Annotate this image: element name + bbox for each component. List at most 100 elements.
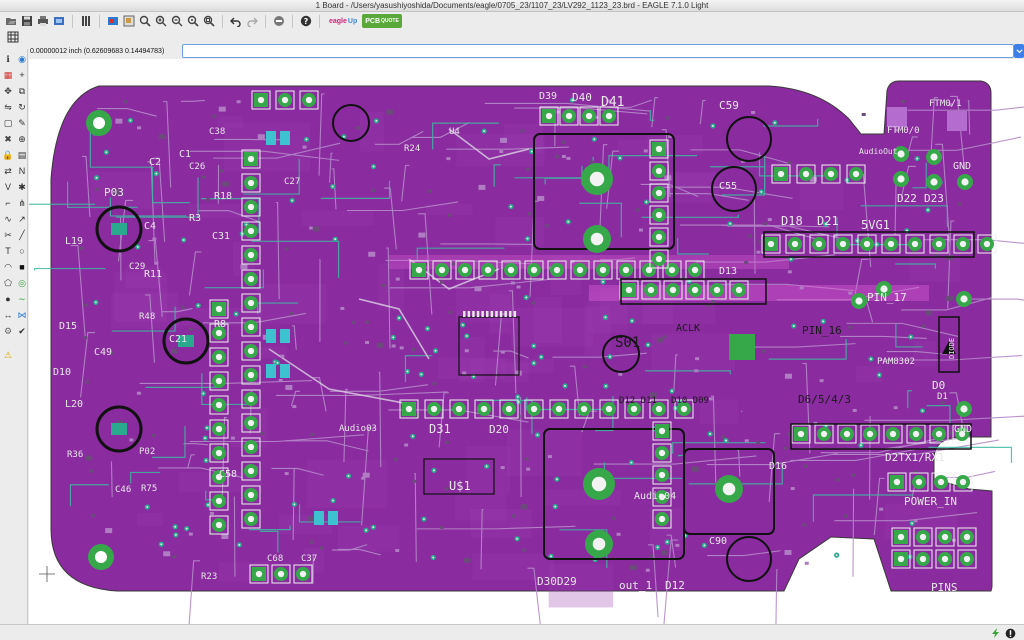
smd-pad — [368, 252, 375, 257]
route-icon[interactable]: ↗ — [16, 213, 28, 225]
circle-icon[interactable]: ○ — [16, 245, 28, 257]
via-hole — [709, 433, 711, 435]
smd-pad — [946, 255, 953, 260]
change-icon[interactable]: ✎ — [16, 117, 28, 129]
paste-icon[interactable]: ▤ — [16, 149, 28, 161]
rotate-icon[interactable]: ↻ — [16, 101, 28, 113]
silk-label-d22: D22 — [897, 192, 917, 205]
via-hole — [525, 296, 527, 298]
smd-pad — [463, 558, 470, 563]
drill-hole — [964, 556, 970, 562]
mark-icon[interactable]: + — [16, 69, 28, 81]
print-icon[interactable] — [36, 14, 50, 28]
drill-hole — [248, 492, 254, 498]
stop-icon[interactable] — [272, 14, 286, 28]
drill-hole — [531, 406, 537, 412]
smd-pad — [124, 100, 128, 103]
smd-pad — [785, 374, 792, 379]
ic-pin — [477, 311, 480, 317]
zoom-fit-icon[interactable] — [138, 14, 152, 28]
command-history-dropdown[interactable] — [1014, 44, 1024, 58]
hole-icon[interactable]: ● — [2, 293, 14, 305]
zoom-out-icon[interactable] — [170, 14, 184, 28]
ratsnest-icon[interactable]: ⋈ — [16, 309, 28, 321]
drill-hole — [803, 171, 809, 177]
silk-label-aclk: ACLK — [676, 323, 700, 334]
add-icon[interactable]: ⊕ — [16, 133, 28, 145]
help-icon[interactable]: ? — [299, 14, 313, 28]
smd-pad — [172, 555, 176, 558]
arc-icon[interactable]: ◠ — [2, 261, 14, 273]
optimize-icon[interactable]: ∿ — [2, 213, 14, 225]
go-icon[interactable] — [990, 627, 1002, 639]
name-icon[interactable]: N — [16, 165, 28, 177]
rect-icon[interactable]: ■ — [16, 261, 28, 273]
split-icon[interactable]: ⋔ — [16, 197, 28, 209]
silk-label-pam: PAM8302 — [877, 357, 915, 367]
board-canvas[interactable]: C59D40D41D39C55FTM0/1FTM0/0GNDP03C1C2C4R… — [29, 59, 1024, 624]
show-icon[interactable]: ◉ — [16, 53, 28, 65]
test-pad — [887, 107, 907, 127]
errors-icon[interactable]: ⚠ — [2, 349, 14, 361]
silk-label-r18: R18 — [214, 191, 232, 202]
miter-icon[interactable]: ⌐ — [2, 197, 14, 209]
pcb-quote-button[interactable]: PCB QUOTE — [362, 14, 402, 28]
zoom-previous-icon[interactable] — [186, 14, 200, 28]
window-select-icon[interactable] — [122, 14, 136, 28]
display-icon[interactable]: ▦ — [2, 69, 14, 81]
zoom-window-icon[interactable] — [202, 14, 216, 28]
command-line-input[interactable] — [182, 44, 1014, 58]
signal-icon[interactable]: ∼ — [16, 293, 28, 305]
stop-icon[interactable] — [1004, 627, 1016, 639]
group-icon[interactable]: ▢ — [2, 117, 14, 129]
undo-icon[interactable] — [229, 14, 243, 28]
silk-label-c90: C90 — [709, 536, 727, 547]
cam-icon[interactable] — [52, 14, 66, 28]
wire-icon[interactable]: ╱ — [16, 229, 28, 241]
grid-settings-icon[interactable] — [6, 30, 20, 44]
polygon-icon[interactable]: ⬠ — [2, 277, 14, 289]
smd-pad — [221, 534, 228, 539]
smd-pad — [363, 473, 370, 478]
lock-icon[interactable]: 🔒 — [2, 149, 14, 161]
save-icon[interactable] — [20, 14, 34, 28]
copper-area — [471, 509, 532, 538]
open-icon[interactable] — [4, 14, 18, 28]
move-icon[interactable]: ✥ — [2, 85, 14, 97]
zoom-in-icon[interactable] — [154, 14, 168, 28]
via-icon[interactable]: ◎ — [16, 277, 28, 289]
via-hole — [205, 459, 207, 461]
silk-label-d2tx1rx1: D2TX1/RX1 — [885, 451, 945, 464]
drc-icon[interactable]: ✔ — [16, 325, 28, 337]
smash-icon[interactable]: ✱ — [16, 181, 28, 193]
pcb-layout[interactable]: C59D40D41D39C55FTM0/1FTM0/0GNDP03C1C2C4R… — [29, 59, 1024, 624]
drill-hole — [506, 406, 512, 412]
text-icon[interactable]: T — [2, 245, 14, 257]
copper-area — [258, 284, 326, 323]
value-icon[interactable]: V — [2, 181, 14, 193]
drill-hole — [768, 241, 774, 247]
redo-icon[interactable] — [245, 14, 259, 28]
autorouter-icon[interactable]: ⚙ — [2, 325, 14, 337]
eagle-up-button[interactable]: eagle Up — [326, 14, 360, 28]
info-icon[interactable]: ℹ — [2, 53, 14, 65]
smd-pad — [692, 467, 699, 472]
smd-pad — [666, 117, 670, 120]
via-hole — [348, 475, 350, 477]
layers-icon[interactable] — [106, 14, 120, 28]
drill-hole — [248, 156, 254, 162]
replace-icon[interactable]: ⇄ — [2, 165, 14, 177]
smd-pad — [365, 341, 369, 344]
drill-hole — [248, 228, 254, 234]
smd-pad — [152, 237, 156, 240]
copy-icon[interactable]: ⧉ — [16, 85, 28, 97]
via-hole — [305, 138, 307, 140]
smd-pad — [418, 233, 425, 238]
smd-pad — [946, 296, 953, 301]
delete-icon[interactable]: ✖ — [2, 133, 14, 145]
grid-icon[interactable] — [79, 14, 93, 28]
ripup-icon[interactable]: ✂ — [2, 229, 14, 241]
smd-pad — [545, 224, 549, 227]
dimension-icon[interactable]: ↔ — [2, 309, 14, 321]
mirror-icon[interactable]: ⇋ — [2, 101, 14, 113]
